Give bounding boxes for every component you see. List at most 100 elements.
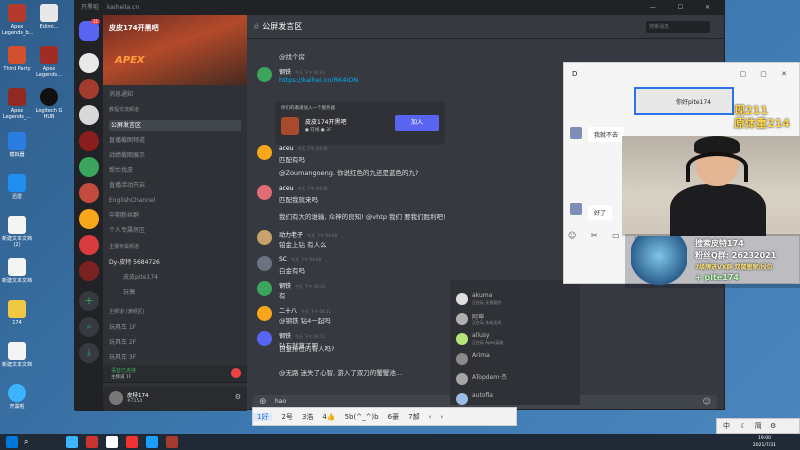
channel-item[interactable]: 个人专属房区 xyxy=(109,225,145,236)
window-controls[interactable]: — ☐ ✕ xyxy=(650,1,720,15)
ime-candidate-bar: 1好 2号 3浩 4👍 5b(^_^)b 6豪 7郝 ‹ › xyxy=(252,407,517,426)
desktop-icon-apex-2[interactable]: Apex Legends... xyxy=(34,46,64,78)
wechat-image-message[interactable]: 你好pite174 xyxy=(634,87,734,115)
member-item[interactable]: 阿坤 正在玩 永劫无间 xyxy=(456,312,576,328)
server-icon-7[interactable] xyxy=(79,209,99,229)
member-item[interactable]: akuma 正在玩 无畏契约 xyxy=(456,292,576,308)
avatar[interactable] xyxy=(257,331,272,346)
ime-candidate[interactable]: 7郝 xyxy=(408,413,419,421)
desktop-icon-edimi[interactable]: Edimi... xyxy=(34,4,64,30)
desktop-icon-textdoc-2[interactable]: 新建文本文档 (2) xyxy=(2,216,32,248)
avatar[interactable] xyxy=(109,391,123,405)
avatar[interactable] xyxy=(257,230,272,245)
desktop-icon-apex-3[interactable]: Apex Legends_... xyxy=(2,88,32,120)
server-icon-3[interactable] xyxy=(79,105,99,125)
emoji-icon[interactable]: ☺ xyxy=(703,395,711,409)
desktop-icon-apex-1[interactable]: Apex Legends_b... xyxy=(2,4,33,36)
ime-prev-icon[interactable]: ‹ xyxy=(429,413,432,421)
server-icon-8[interactable] xyxy=(79,235,99,255)
desktop-icon-textdoc-3[interactable]: 新建文本文档 xyxy=(2,342,32,368)
start-button[interactable] xyxy=(6,436,18,448)
channel-category[interactable]: 主频道 (满频区) xyxy=(109,307,145,318)
message-author[interactable]: 钢铁 今天 下午 04:11 xyxy=(279,331,325,340)
server-icon-9[interactable] xyxy=(79,261,99,281)
search-icon[interactable]: ⌕ xyxy=(79,317,99,337)
message-author[interactable]: 二十八 今天 下午 04:11 xyxy=(279,306,331,315)
desktop-icon-xunlei[interactable]: 迅雷 xyxy=(2,174,32,200)
channel-category[interactable]: 教程交流频道 xyxy=(109,105,139,116)
desktop-icon-174[interactable]: 174 xyxy=(2,300,32,326)
download-icon[interactable]: ⤓ xyxy=(79,343,99,363)
desktop-icon-kaiheila[interactable]: 开黑啦 xyxy=(2,384,32,410)
voice-user[interactable]: 玩偶 xyxy=(123,287,135,298)
ime-candidate[interactable]: 4👍 xyxy=(322,413,335,421)
server-icon-1[interactable] xyxy=(79,53,99,73)
avatar[interactable] xyxy=(257,185,272,200)
taskbar-app[interactable] xyxy=(166,436,178,448)
message-author[interactable]: aceu 今天 下午 04:08 xyxy=(279,145,328,152)
voice-channel-item[interactable]: 玩具车 1F xyxy=(109,322,136,333)
add-server-icon[interactable]: + xyxy=(79,291,99,311)
channel-item[interactable]: 战绩截图展示 xyxy=(109,150,145,161)
taskbar-clock[interactable]: 19:00 2021/7/31 xyxy=(753,435,776,449)
server-title: 皮皮174开黑吧 xyxy=(109,24,159,32)
wechat-window-controls[interactable]: ▢ ▢ ✕ xyxy=(739,63,793,85)
member-item[interactable]: autofla xyxy=(456,392,576,408)
desktop-icon-label: Apex Legends_... xyxy=(2,108,32,120)
search-input[interactable]: 搜索消息 xyxy=(646,21,710,33)
avatar[interactable] xyxy=(257,256,272,271)
avatar[interactable] xyxy=(257,145,272,160)
voice-channel-item[interactable]: 玩具车 3F xyxy=(109,352,136,363)
member-item[interactable]: Arima xyxy=(456,352,576,368)
channel-item[interactable]: 中期粉丝群 xyxy=(109,210,139,221)
ime-candidate[interactable]: 5b(^_^)b xyxy=(345,413,379,421)
channel-label: 战绩截图展示 xyxy=(109,152,146,159)
gear-icon[interactable]: ⚙ xyxy=(235,393,241,401)
channel-item-selected[interactable]: 公屏发言区 xyxy=(109,120,241,131)
channel-item[interactable]: 帮忙找皮 xyxy=(109,165,133,176)
server-icon-4[interactable] xyxy=(79,131,99,151)
message-author[interactable]: 钢铁 今天 下午 04:10 xyxy=(279,281,325,290)
voice-channel-item[interactable]: 玩具车 2F xyxy=(109,337,136,348)
ime-candidate[interactable]: 3浩 xyxy=(302,413,313,421)
member-item[interactable]: allusy 正在玩 Apex英雄 xyxy=(456,332,576,348)
channel-item[interactable]: EnglishChannel xyxy=(109,195,155,206)
ime-candidate[interactable]: 6豪 xyxy=(388,413,399,421)
ime-candidate[interactable]: 1好 xyxy=(253,413,273,421)
server-icon-5[interactable] xyxy=(79,157,99,177)
message-author[interactable]: 动力老子 今天 下午 04:09 xyxy=(279,230,337,239)
channel-category[interactable]: 主播专属频道 xyxy=(109,242,139,253)
taskbar-app[interactable] xyxy=(146,436,158,448)
message-author[interactable]: aceu 今天 下午 04:08 xyxy=(279,185,328,192)
voice-user[interactable]: 皮皮pite174 xyxy=(123,272,158,283)
taskbar-app[interactable] xyxy=(66,436,78,448)
ime-status-bar[interactable]: 中 ☾ 简 ⚙ xyxy=(716,418,800,434)
server-icon-6[interactable] xyxy=(79,183,99,203)
home-button[interactable] xyxy=(79,21,99,41)
desktop-icon-third-party[interactable]: Third Party xyxy=(2,46,32,72)
avatar[interactable] xyxy=(257,67,272,82)
desktop-icon-textdoc[interactable]: 新建文本文档 xyxy=(2,258,32,284)
channel-item[interactable]: 直播活动开启 xyxy=(109,180,145,191)
server-banner[interactable]: 皮皮174开黑吧 APEX xyxy=(103,15,247,85)
message-author[interactable]: SC 今天 下午 04:09 xyxy=(279,256,321,263)
taskbar-app[interactable] xyxy=(106,436,118,448)
server-icon-2[interactable] xyxy=(79,79,99,99)
voice-channel-item[interactable]: Dy-皮特 5684726 xyxy=(109,257,160,268)
ime-candidate[interactable]: 2号 xyxy=(281,413,292,421)
member-item[interactable]: ATopdem·杰 xyxy=(456,372,576,388)
desktop-icon-logitech[interactable]: Logitech G HUB xyxy=(34,88,64,120)
join-button[interactable]: 加入 xyxy=(395,115,439,131)
avatar[interactable] xyxy=(257,281,272,296)
desktop-icon-emulator[interactable]: 模拟器 xyxy=(2,132,32,158)
ime-next-icon[interactable]: › xyxy=(440,413,443,421)
message-text[interactable]: https://kaihei.co/RK4iON xyxy=(279,76,358,84)
channel-item[interactable]: 直播截图频道 xyxy=(109,135,145,146)
channel-item[interactable]: 消息通知 xyxy=(109,89,133,100)
taskbar-app[interactable] xyxy=(86,436,98,448)
taskbar-app[interactable] xyxy=(126,436,138,448)
disconnect-icon[interactable] xyxy=(231,368,241,378)
message-author[interactable]: 钢铁 今天 下午 04:03 xyxy=(279,67,325,76)
search-icon[interactable]: ⌕ xyxy=(24,436,36,448)
avatar[interactable] xyxy=(257,306,272,321)
